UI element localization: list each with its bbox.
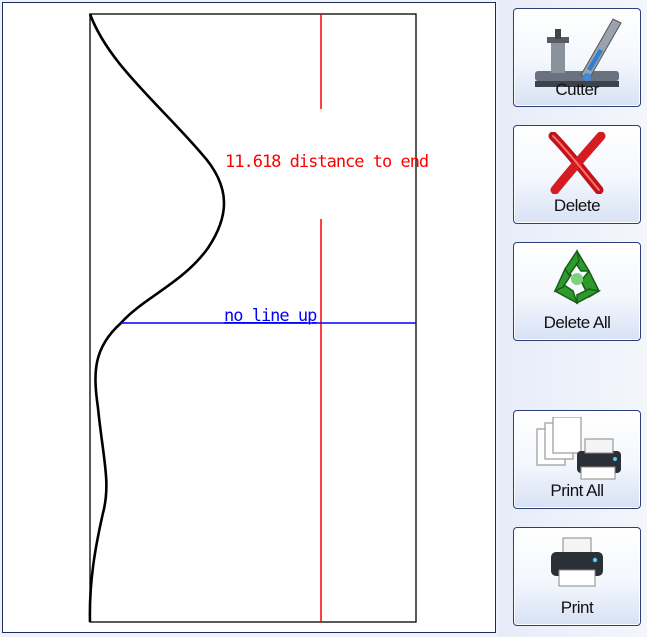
delete-all-label: Delete All [543,313,611,332]
delete-x-icon [548,132,606,194]
printer-icon [551,537,603,587]
delete-label: Delete [553,196,601,215]
right-toolbar: Cutter Delete Delete All Print All Print [498,0,647,637]
lineup-label: no line up [224,306,317,326]
cutter-button[interactable]: Cutter [513,8,641,107]
print-all-label: Print All [550,481,604,500]
cutter-label: Cutter [555,80,599,99]
print-button[interactable]: Print [513,527,641,626]
distance-label: 11.618 distance to end [225,152,428,172]
print-all-icon [536,417,621,480]
print-label: Print [560,598,594,617]
delete-all-button[interactable]: Delete All [513,242,641,341]
profile-drawing: 11.618 distance to end no line up [88,13,429,623]
recycle-icon [553,249,602,305]
drawing-canvas[interactable]: 11.618 distance to end no line up [2,2,496,633]
profile-curve [88,13,226,623]
print-all-button[interactable]: Print All [513,410,641,509]
delete-button[interactable]: Delete [513,125,641,224]
